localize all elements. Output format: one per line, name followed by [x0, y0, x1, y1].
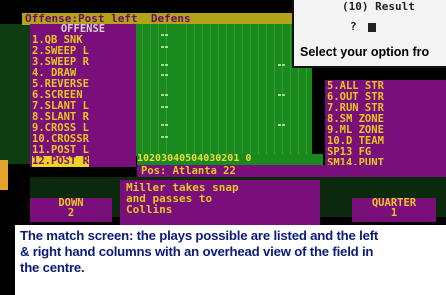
field-gridline — [226, 24, 227, 156]
overhead-field — [136, 24, 312, 156]
caption-line: The match screen: the plays possible are… — [20, 228, 379, 243]
message-line: Collins — [126, 203, 173, 216]
field-gridline — [258, 24, 259, 156]
player-marker — [165, 74, 168, 76]
orange-strip — [0, 160, 8, 190]
options-popup: (10) Result ? Select your option fro — [292, 0, 446, 68]
player-marker — [161, 136, 164, 138]
down-panel: DOWN 2 — [30, 198, 112, 222]
left-shadow — [0, 24, 30, 164]
select-option-text: Select your option fro — [300, 45, 430, 59]
play-item[interactable]: 9.CROSS L — [32, 123, 89, 134]
player-marker — [282, 94, 285, 96]
position-text: Pos: Atlanta 22 — [141, 165, 236, 177]
player-marker — [161, 106, 164, 108]
player-marker — [278, 94, 281, 96]
play-item[interactable]: 7.SLANT L — [32, 101, 89, 112]
field-gridline — [282, 24, 283, 156]
field-gridline — [142, 24, 143, 156]
player-marker — [161, 94, 164, 96]
player-marker — [165, 64, 168, 66]
player-marker — [165, 124, 168, 126]
play-item[interactable]: 4. DRAW — [32, 68, 76, 79]
quarter-panel: QUARTER 1 — [352, 198, 436, 222]
down-value: 2 — [67, 207, 75, 219]
play-item[interactable]: 3.SWEEP R — [32, 57, 89, 68]
play-item[interactable]: SP13 FG — [327, 147, 371, 158]
player-marker — [161, 64, 164, 66]
option-prompt: ? — [350, 20, 357, 33]
text-cursor[interactable] — [368, 23, 376, 32]
field-gridline — [194, 24, 195, 156]
game-screen: Offense:Post left Defens OFFENSE 1.QB SN… — [0, 0, 446, 295]
field-gridline — [210, 24, 211, 156]
field-gridline — [150, 24, 151, 156]
quarter-value: 1 — [390, 207, 398, 219]
play-item[interactable]: 5.ALL STR — [327, 81, 384, 92]
player-marker — [278, 124, 281, 126]
field-gridline — [266, 24, 267, 156]
field-gridline — [290, 24, 291, 156]
player-marker — [282, 124, 285, 126]
player-marker — [278, 64, 281, 66]
play-item[interactable]: 9.ML ZONE — [327, 125, 384, 136]
results-option[interactable]: (10) Result — [342, 1, 415, 13]
caption-box: The match screen: the plays possible are… — [15, 225, 446, 295]
play-item[interactable]: 7.RUN STR — [327, 103, 384, 114]
play-item[interactable]: 1.QB SNK — [32, 35, 83, 46]
header-text: Offense:Post left Defens — [25, 12, 191, 25]
play-item[interactable]: 8.SM ZONE — [327, 114, 384, 125]
caption-line: the centre. — [20, 260, 85, 275]
field-gridline — [234, 24, 235, 156]
player-marker — [165, 136, 168, 138]
play-item-selected[interactable]: 12.POST R — [32, 156, 89, 167]
player-marker — [161, 74, 164, 76]
player-marker — [165, 46, 168, 48]
play-item[interactable]: 2.SWEEP L — [32, 46, 89, 57]
caption-line: & right hand columns with an overhead vi… — [20, 244, 374, 259]
play-item[interactable]: 6.SCREEN — [32, 90, 83, 101]
player-marker — [165, 34, 168, 36]
field-gridline — [274, 24, 275, 156]
play-item[interactable]: 10.D TEAM — [327, 136, 384, 147]
player-marker — [161, 34, 164, 36]
offense-play-list: OFFENSE 1.QB SNK 2.SWEEP L 3.SWEEP R 4. … — [30, 24, 136, 167]
player-marker — [161, 46, 164, 48]
field-gridline — [202, 24, 203, 156]
field-gridline — [186, 24, 187, 156]
player-marker — [165, 94, 168, 96]
play-item[interactable]: 6.OUT STR — [327, 92, 384, 103]
play-item[interactable]: 8.SLANT R — [32, 112, 89, 123]
position-bar: Pos: Atlanta 22 — [137, 165, 446, 177]
field-gridline — [242, 24, 243, 156]
player-marker — [161, 124, 164, 126]
player-marker — [165, 106, 168, 108]
field-gridline — [250, 24, 251, 156]
field-gridline — [218, 24, 219, 156]
player-marker — [282, 64, 285, 66]
play-item[interactable]: 11.POST L — [32, 145, 89, 156]
defense-play-list: 5.ALL STR 6.OUT STR 7.RUN STR 8.SM ZONE … — [325, 80, 446, 170]
field-gridline — [158, 24, 159, 156]
yard-numbers: 10203040504030201 0 — [137, 153, 323, 165]
play-item[interactable]: 5.REVERSE — [32, 79, 89, 90]
play-item[interactable]: 10.CROSSR — [32, 134, 89, 145]
play-message: Miller takes snap and passes to Collins — [120, 180, 320, 225]
